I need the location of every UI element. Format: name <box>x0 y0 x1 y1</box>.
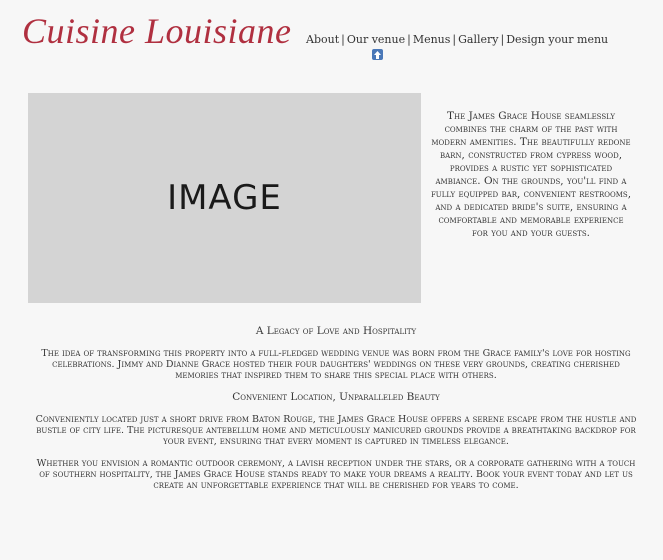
site-logo[interactable]: Cuisine Louisiane <box>22 10 292 52</box>
arrow-up-icon[interactable] <box>372 49 383 60</box>
main-content: A Legacy of Love and Hospitality The ide… <box>30 326 642 502</box>
section-heading-legacy: A Legacy of Love and Hospitality <box>255 325 417 337</box>
nav-separator: | <box>500 33 505 46</box>
nav-item-gallery[interactable]: Gallery <box>458 33 498 46</box>
nav-item-about[interactable]: About <box>306 33 339 46</box>
section-body-location: Conveniently located just a short drive … <box>35 414 637 447</box>
section-heading-location: Convenient Location, Unparalleled Beauty <box>232 391 440 403</box>
main-nav: About | Our venue | Menus | Gallery | Design you… <box>306 33 608 46</box>
nav-separator: | <box>407 33 411 46</box>
nav-separator: | <box>452 33 457 46</box>
intro-text: The James Grace House seamlessly combine… <box>430 110 632 239</box>
nav-item-our-venue[interactable]: Our venue <box>347 33 405 46</box>
image-placeholder-label: IMAGE <box>167 178 282 218</box>
section-body-legacy: The idea of transforming this property i… <box>41 348 631 381</box>
section-body-closing: Whether you envision a romantic outdoor … <box>36 458 636 491</box>
nav-item-design-your-menu[interactable]: Design your menu <box>506 33 608 46</box>
nav-separator: | <box>341 33 345 46</box>
hero-image-placeholder: IMAGE <box>28 93 421 303</box>
nav-item-menus[interactable]: Menus <box>413 33 451 46</box>
